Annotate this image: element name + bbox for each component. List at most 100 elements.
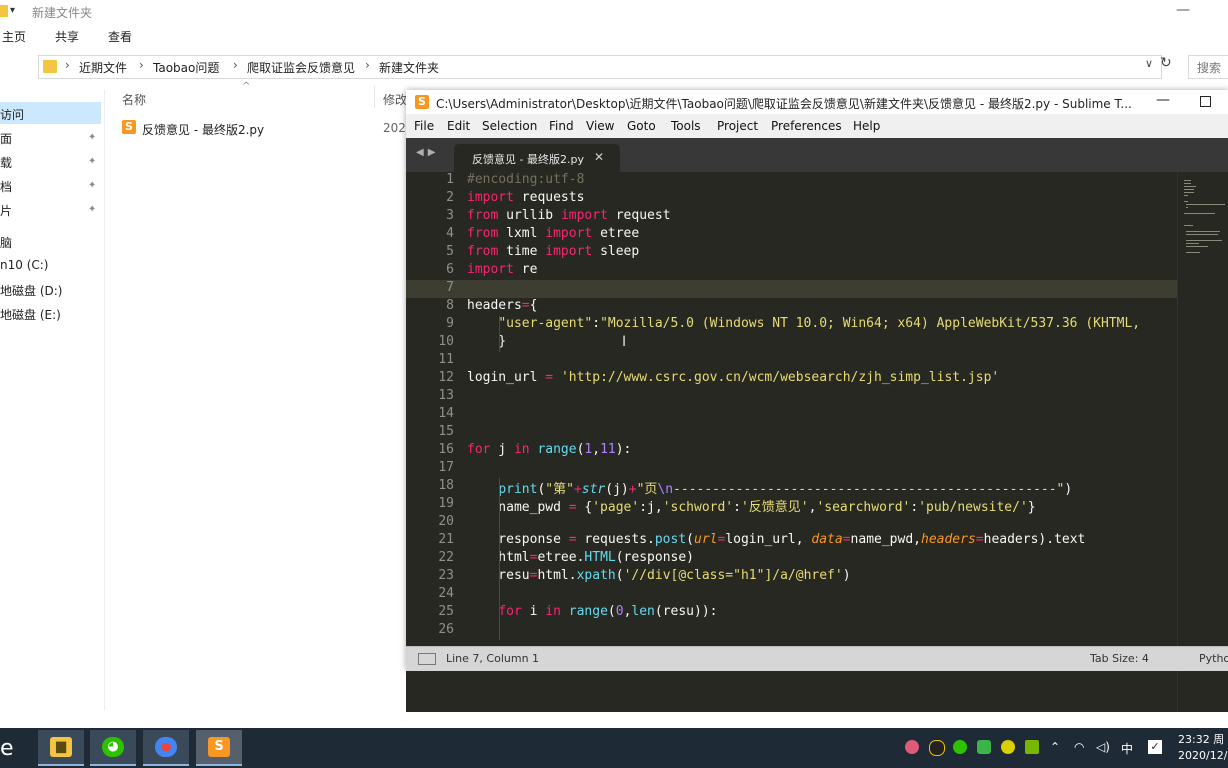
- nav-item-drive-d[interactable]: 地磁盘 (D:): [0, 282, 62, 299]
- code-token: from: [467, 244, 499, 259]
- minimize-button[interactable]: —: [1176, 2, 1190, 18]
- line-number: 6: [446, 262, 454, 277]
- code-token: "页: [636, 482, 658, 497]
- breadcrumb-item[interactable]: 新建文件夹: [379, 59, 439, 76]
- tab-active-file[interactable]: 反馈意见 - 最终版2.py ✕: [454, 144, 620, 172]
- line-number: 4: [446, 226, 454, 241]
- address-bar[interactable]: › 近期文件 › Taobao问题 › 爬取证监会反馈意见 › 新建文件夹: [38, 55, 1162, 79]
- panel-toggle-icon[interactable]: [418, 653, 436, 665]
- code-token: print: [498, 482, 538, 497]
- menu-preferences[interactable]: Preferences: [771, 119, 842, 133]
- nav-item-pictures[interactable]: 片: [0, 202, 12, 219]
- chevron-down-icon[interactable]: ∨: [1145, 57, 1153, 70]
- syntax-selector[interactable]: Python: [1199, 652, 1228, 665]
- nvidia-icon[interactable]: [1025, 740, 1039, 754]
- menu-view[interactable]: View: [586, 119, 614, 133]
- menu-edit[interactable]: Edit: [447, 119, 470, 133]
- code-token: sleep: [592, 244, 640, 259]
- file-explorer-icon: ▆: [50, 737, 72, 757]
- quick-access-dropdown-icon[interactable]: ▾: [10, 5, 15, 16]
- menu-project[interactable]: Project: [717, 119, 758, 133]
- minimap-line: [1184, 183, 1191, 184]
- minimap-line: [1184, 201, 1189, 202]
- nav-item-downloads[interactable]: 载: [0, 154, 12, 171]
- menu-bar: File Edit Selection Find View Goto Tools…: [406, 116, 1228, 138]
- taskbar-chrome[interactable]: [143, 730, 189, 766]
- ime-indicator[interactable]: 中: [1121, 740, 1133, 757]
- clock[interactable]: 23:32 周 2020/12/: [1178, 732, 1227, 764]
- code-token: range: [537, 442, 577, 457]
- line-number: 21: [438, 532, 454, 547]
- nav-item-this-pc[interactable]: 脑: [0, 234, 12, 251]
- nav-item-quick-access[interactable]: 访问: [0, 106, 24, 123]
- code-area[interactable]: #encoding:utf-8 import requests from urlli…: [467, 172, 1177, 726]
- breadcrumb-separator: ›: [233, 58, 238, 72]
- menu-tools[interactable]: Tools: [671, 119, 701, 133]
- breadcrumb-item[interactable]: 近期文件: [79, 59, 127, 76]
- file-name: 反馈意见 - 最终版2.py: [142, 123, 265, 137]
- code-token: '//div[@class="h1"]/a/@href': [623, 568, 843, 583]
- code-editor[interactable]: 1 2 3 4 5 6 7 8 9 10 11 12 13 14 15 16 17 18 19 20 21 22 23 24 2…: [406, 172, 1228, 726]
- column-divider[interactable]: [374, 86, 375, 108]
- breadcrumb-item[interactable]: 爬取证监会反馈意见: [247, 59, 355, 76]
- wechat-tray-icon[interactable]: [953, 740, 967, 754]
- menu-goto[interactable]: Goto: [627, 119, 656, 133]
- text-cursor-icon: I: [622, 334, 627, 350]
- nav-item-drive-e[interactable]: 地磁盘 (E:): [0, 306, 61, 323]
- ribbon-tab-home[interactable]: 主页: [2, 28, 26, 45]
- tray-plus-icon[interactable]: [1001, 740, 1015, 754]
- code-line: from lxml import etree: [467, 226, 639, 241]
- window-title: C:\Users\Administrator\Desktop\近期文件\Taob…: [436, 97, 1132, 111]
- code-line: for j in range(1,11):: [467, 442, 631, 457]
- folder-icon: [0, 5, 8, 17]
- minimize-button[interactable]: —: [1156, 92, 1170, 108]
- code-line: for i in range(0,len(resu)):: [467, 604, 717, 619]
- tab-scroll-arrows-icon[interactable]: ◀▶: [416, 147, 439, 158]
- code-token: 11: [600, 442, 616, 457]
- tray-app-icon[interactable]: [905, 740, 919, 754]
- taskbar-wechat[interactable]: ◕: [90, 730, 136, 766]
- nav-item-drive-c[interactable]: n10 (C:): [0, 258, 48, 272]
- minimap[interactable]: [1177, 172, 1228, 726]
- line-number: 1: [446, 172, 454, 187]
- line-number-gutter: 1 2 3 4 5 6 7 8 9 10 11 12 13 14 15 16 17 18 19 20 21 22 23 24 2…: [406, 172, 454, 726]
- column-header-name[interactable]: 名称: [122, 91, 146, 108]
- code-token: (: [615, 568, 624, 583]
- line-number: 17: [438, 460, 454, 475]
- minimap-line: [1186, 252, 1201, 253]
- ribbon-tab-view[interactable]: 查看: [108, 28, 132, 45]
- volume-icon[interactable]: ◁): [1096, 740, 1110, 754]
- menu-file[interactable]: File: [414, 119, 434, 133]
- refresh-icon[interactable]: ↻: [1160, 55, 1172, 71]
- wifi-icon[interactable]: ◠: [1074, 740, 1084, 754]
- column-header-modified[interactable]: 修改: [383, 91, 407, 108]
- ribbon-tab-share[interactable]: 共享: [55, 28, 79, 45]
- notification-icon[interactable]: ✓: [1148, 740, 1162, 754]
- nav-item-desktop[interactable]: 面: [0, 130, 12, 147]
- start-button-icon[interactable]: e: [0, 736, 14, 761]
- qq-icon[interactable]: [929, 740, 945, 756]
- menu-help[interactable]: Help: [853, 119, 880, 133]
- menu-find[interactable]: Find: [549, 119, 574, 133]
- chevron-up-icon[interactable]: ⌃: [1050, 740, 1060, 754]
- shield-icon[interactable]: [977, 740, 991, 754]
- line-number: 26: [438, 622, 454, 637]
- search-input[interactable]: 搜索: [1188, 55, 1228, 79]
- nav-item-documents[interactable]: 档: [0, 178, 12, 195]
- close-icon[interactable]: ✕: [594, 150, 604, 164]
- tab-size[interactable]: Tab Size: 4: [1090, 652, 1149, 665]
- code-token: {: [576, 500, 593, 515]
- taskbar-sublime[interactable]: S: [196, 730, 242, 766]
- code-token: time: [498, 244, 546, 259]
- menu-selection[interactable]: Selection: [482, 119, 537, 133]
- tab-bar: ◀▶ 反馈意见 - 最终版2.py ✕: [406, 138, 1228, 172]
- breadcrumb-item[interactable]: Taobao问题: [153, 59, 219, 76]
- taskbar-file-explorer[interactable]: ▆: [38, 730, 84, 766]
- code-line: from urllib import request: [467, 208, 671, 223]
- maximize-button[interactable]: [1200, 96, 1211, 107]
- sublime-titlebar: S C:\Users\Administrator\Desktop\近期文件\Ta…: [406, 90, 1228, 114]
- code-token: url: [694, 532, 718, 547]
- code-token: =: [545, 370, 554, 385]
- code-token: for: [498, 604, 522, 619]
